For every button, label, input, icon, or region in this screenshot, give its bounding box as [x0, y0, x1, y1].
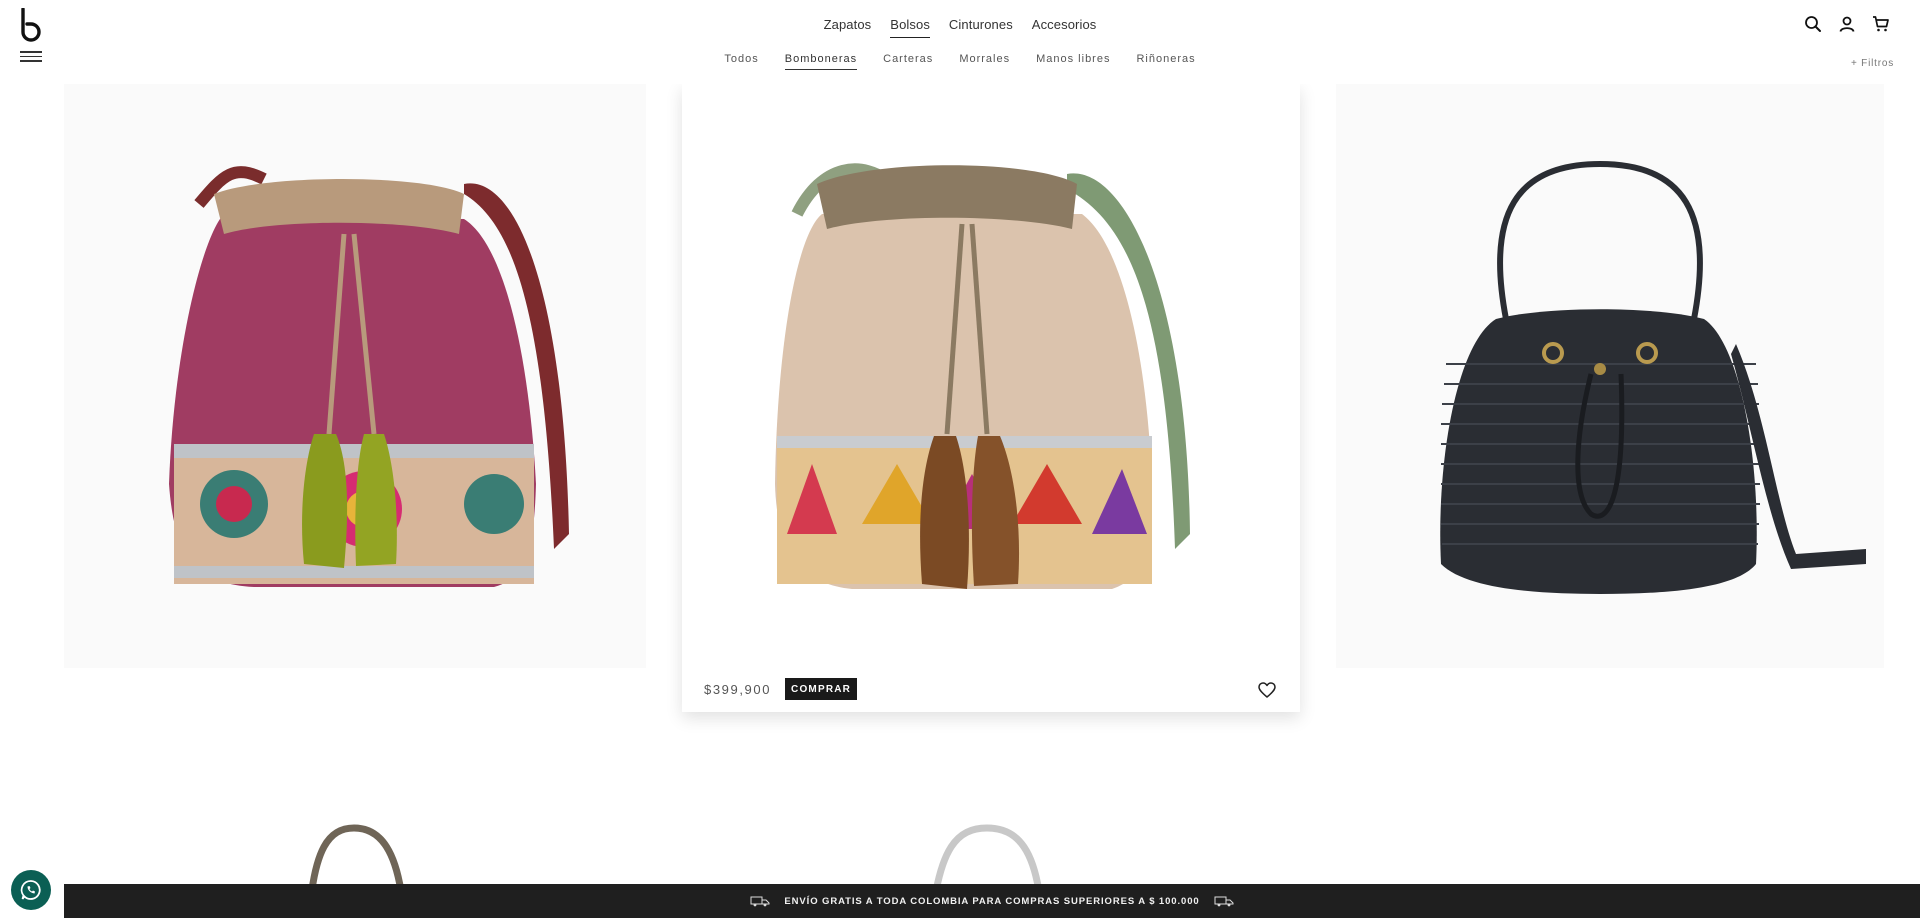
- search-icon[interactable]: [1804, 15, 1822, 33]
- nav-zapatos[interactable]: Zapatos: [824, 17, 872, 38]
- subnav-rinoneras[interactable]: Riñoneras: [1136, 53, 1195, 70]
- product-image[interactable]: [682, 84, 1300, 644]
- product-card[interactable]: $399,900 COMPRAR: [682, 84, 1300, 712]
- site-header: Zapatos Bolsos Cinturones Accesorios Tod…: [0, 0, 1920, 84]
- whatsapp-icon: [20, 880, 41, 900]
- subnav-manos-libres[interactable]: Manos libres: [1036, 53, 1110, 70]
- product-image[interactable]: [1336, 84, 1884, 668]
- buy-button[interactable]: COMPRAR: [785, 678, 858, 700]
- subnav-bomboneras[interactable]: Bomboneras: [784, 53, 858, 70]
- category-subnav: Todos Bomboneras Carteras Morrales Manos…: [0, 53, 1920, 70]
- subnav-morrales[interactable]: Morrales: [959, 53, 1010, 70]
- header-actions: [1804, 15, 1890, 33]
- heart-icon[interactable]: [1258, 682, 1276, 698]
- cart-icon[interactable]: [1872, 15, 1890, 33]
- truck-icon: [750, 896, 770, 907]
- product-card[interactable]: [64, 84, 646, 668]
- truck-icon: [1214, 896, 1234, 907]
- user-icon[interactable]: [1838, 15, 1856, 33]
- whatsapp-button[interactable]: [11, 870, 51, 910]
- subnav-carteras[interactable]: Carteras: [883, 53, 933, 70]
- nav-accesorios[interactable]: Accesorios: [1032, 17, 1097, 38]
- nav-bolsos[interactable]: Bolsos: [890, 17, 930, 38]
- main-nav: Zapatos Bolsos Cinturones Accesorios: [0, 17, 1920, 38]
- product-price: $399,900: [704, 681, 772, 697]
- product-image[interactable]: [64, 84, 646, 668]
- product-card-actions: $399,900 COMPRAR: [704, 678, 858, 700]
- product-card[interactable]: [1336, 84, 1884, 668]
- shipping-banner-text: ENVÍO GRATIS A TODA COLOMBIA PARA COMPRA…: [784, 895, 1200, 907]
- nav-cinturones[interactable]: Cinturones: [949, 17, 1013, 38]
- filters-toggle[interactable]: + Filtros: [1851, 58, 1894, 69]
- subnav-todos[interactable]: Todos: [724, 53, 758, 70]
- shipping-banner: ENVÍO GRATIS A TODA COLOMBIA PARA COMPRA…: [64, 884, 1920, 918]
